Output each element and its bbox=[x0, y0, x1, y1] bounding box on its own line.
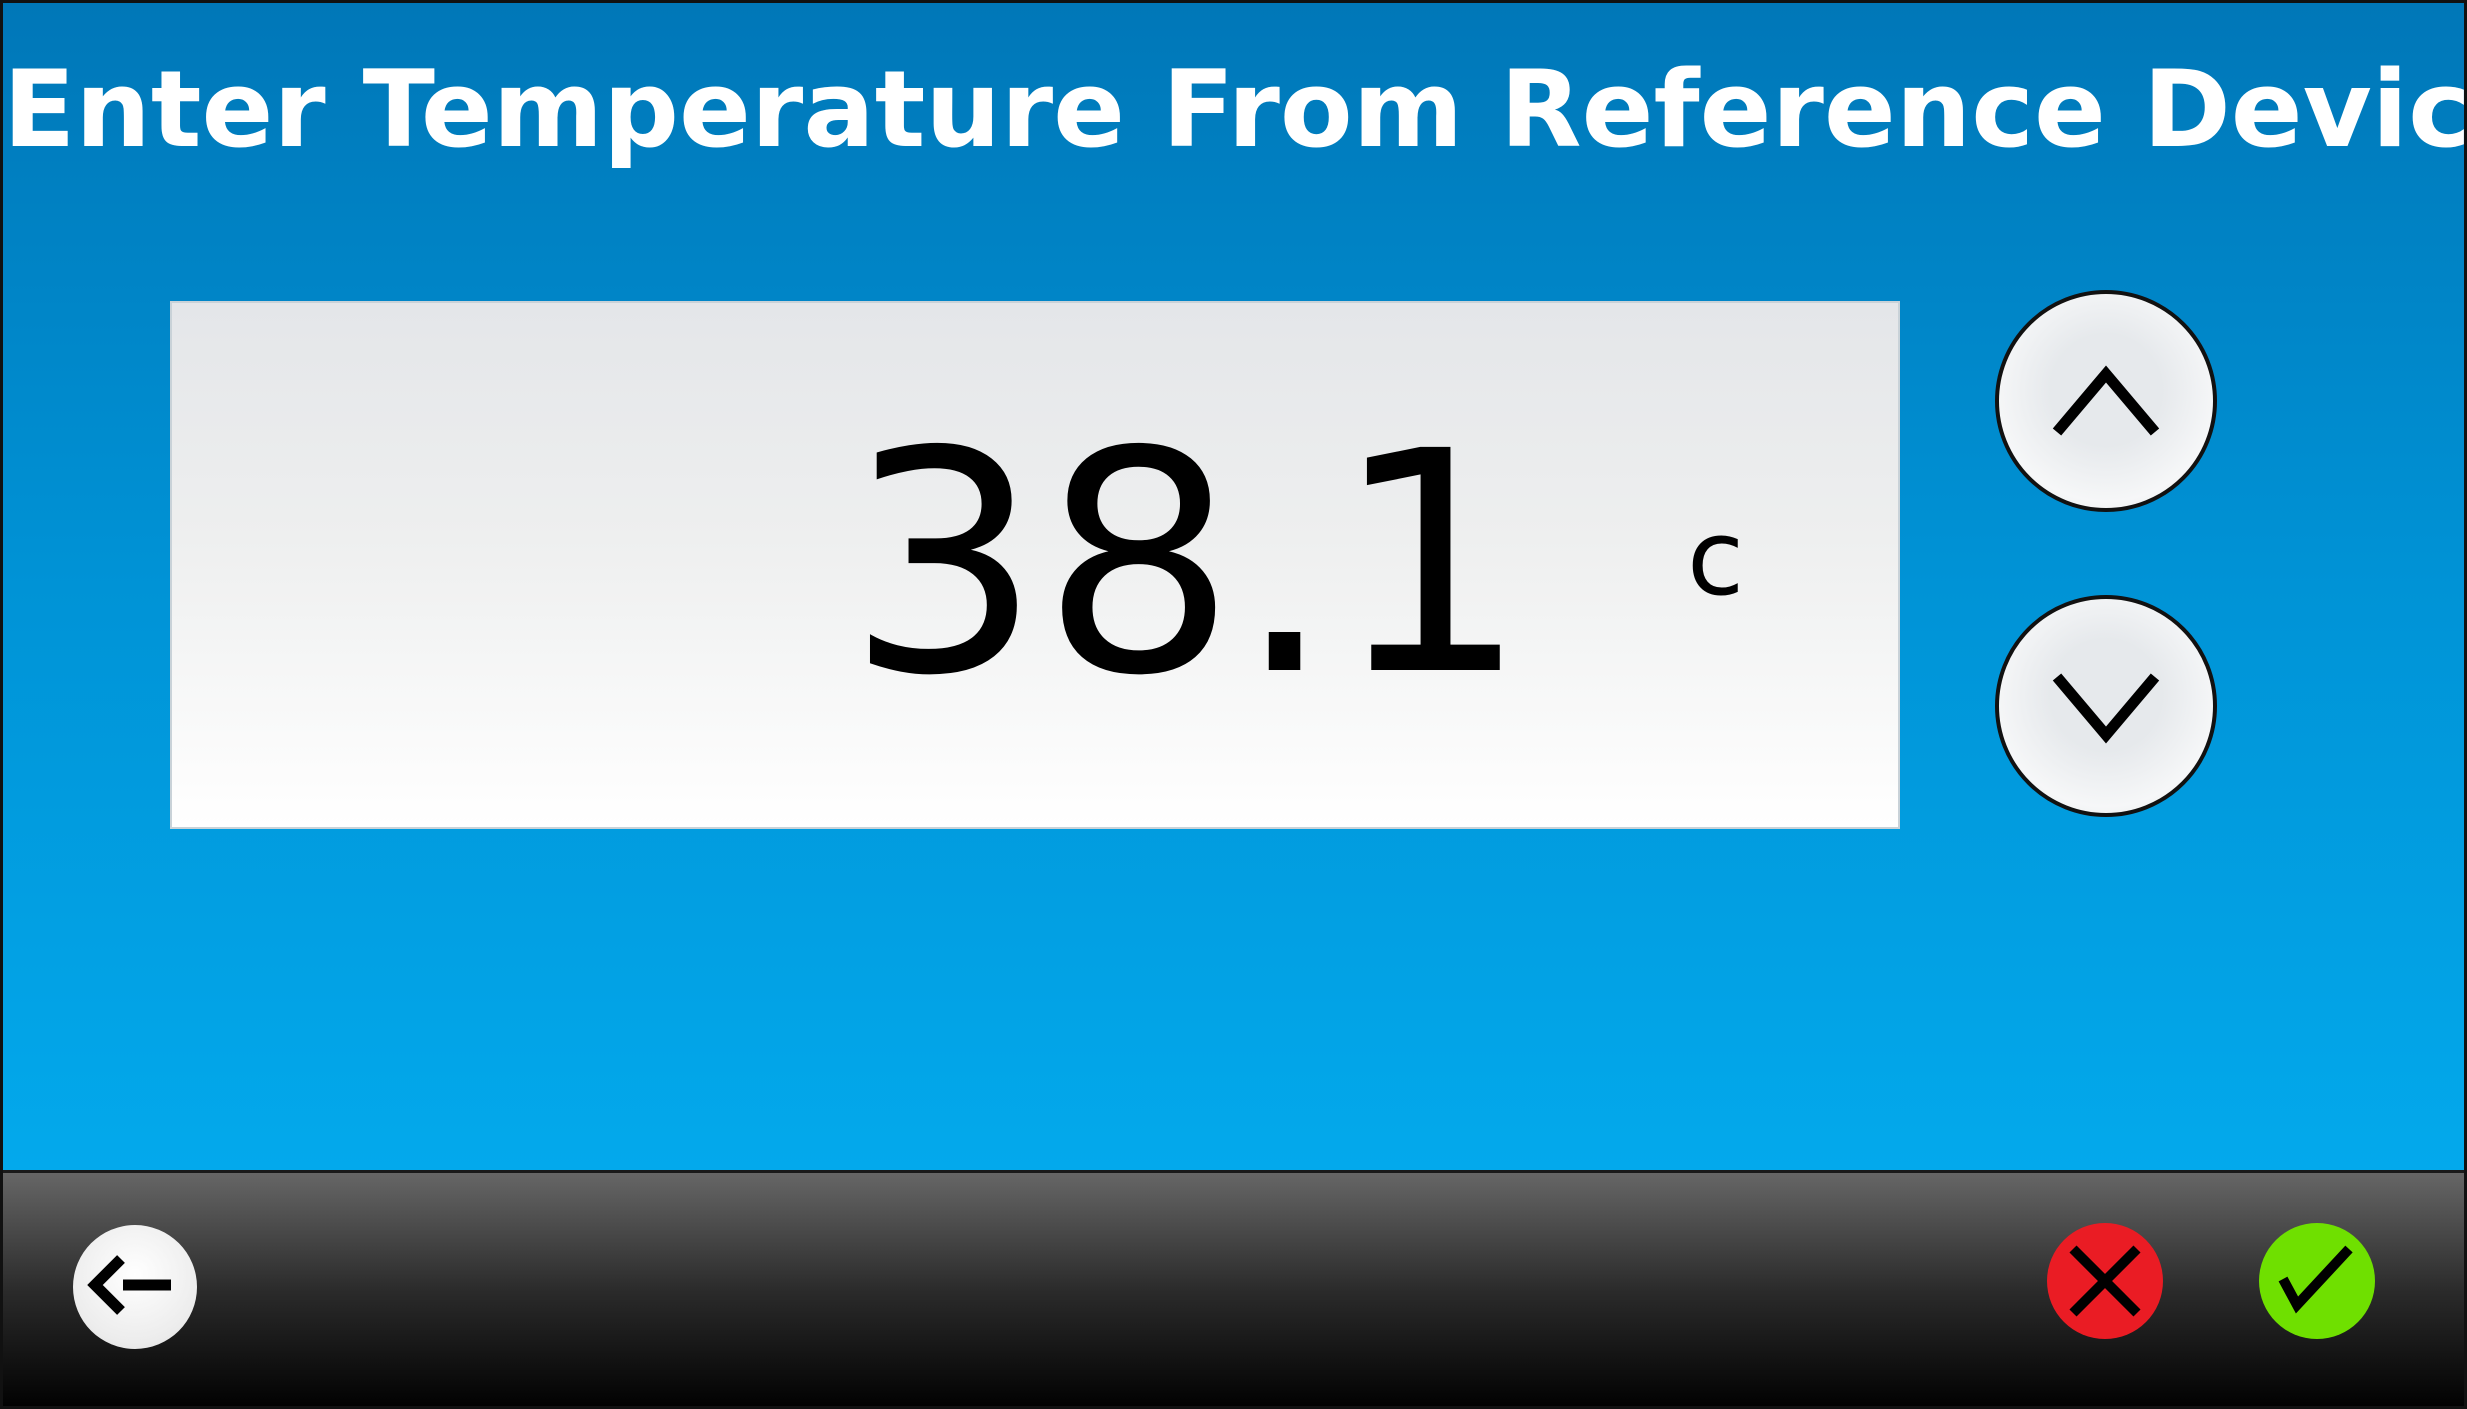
chevron-up-icon bbox=[2052, 365, 2160, 436]
cancel-button[interactable] bbox=[2047, 1223, 2163, 1339]
close-icon bbox=[2069, 1245, 2141, 1317]
arrow-left-icon bbox=[87, 1255, 171, 1315]
decrement-button[interactable] bbox=[1995, 595, 2217, 817]
check-icon bbox=[2278, 1245, 2353, 1314]
temperature-unit: c bbox=[1687, 497, 1745, 619]
main-panel: Enter Temperature From Reference Device … bbox=[3, 3, 2464, 1173]
temperature-value: 38.1 bbox=[846, 387, 1528, 743]
temperature-entry-screen: Enter Temperature From Reference Device … bbox=[0, 0, 2467, 1409]
footer-bar bbox=[3, 1173, 2464, 1406]
temperature-display: 38.1 c bbox=[170, 301, 1900, 829]
page-title: Enter Temperature From Reference Device bbox=[3, 48, 2467, 171]
confirm-button[interactable] bbox=[2259, 1223, 2375, 1339]
back-button[interactable] bbox=[73, 1225, 197, 1349]
increment-button[interactable] bbox=[1995, 290, 2217, 512]
chevron-down-icon bbox=[2052, 673, 2160, 744]
